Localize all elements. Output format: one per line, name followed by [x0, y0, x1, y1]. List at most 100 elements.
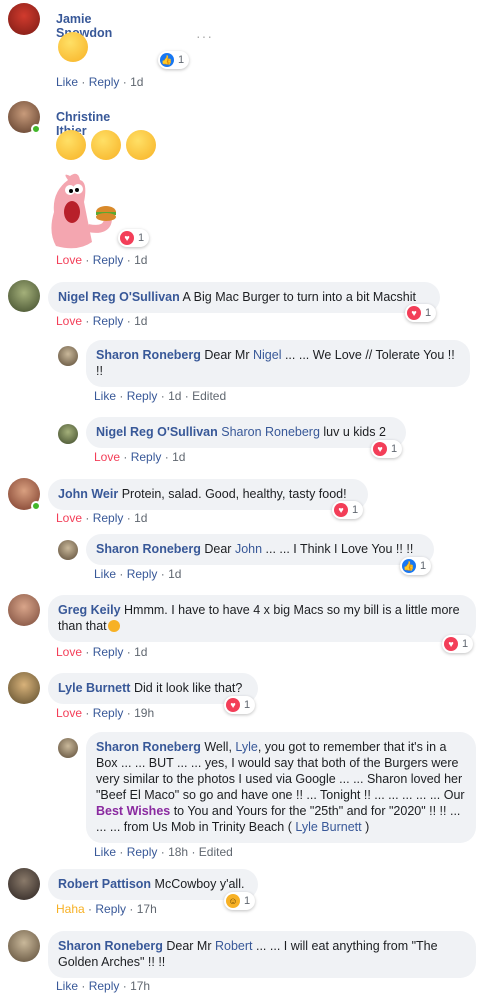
love-button[interactable]: Love: [56, 706, 82, 720]
love-button[interactable]: Love: [94, 450, 120, 464]
comment-author[interactable]: Sharon Roneberg: [96, 542, 201, 556]
mention-link[interactable]: Lyle Burnett: [295, 820, 361, 834]
love-icon: ♥: [120, 231, 134, 245]
love-icon: ♥: [226, 698, 240, 712]
avatar[interactable]: [8, 930, 40, 962]
mention-link[interactable]: Lyle: [235, 740, 257, 754]
best-wishes-link[interactable]: Best Wishes: [96, 804, 170, 818]
like-button[interactable]: Like: [94, 845, 116, 859]
reply-button[interactable]: Reply: [89, 979, 120, 993]
reaction-count[interactable]: 👍 1: [400, 557, 432, 575]
reply-button[interactable]: Reply: [131, 450, 162, 464]
savoring-food-emoji: [58, 32, 88, 62]
haha-button[interactable]: Haha: [56, 902, 85, 916]
reply-button[interactable]: Reply: [93, 706, 124, 720]
timestamp[interactable]: 1d: [134, 511, 147, 525]
love-icon: ♥: [407, 306, 421, 320]
comment-author[interactable]: Nigel Reg O'Sullivan: [96, 425, 218, 439]
reaction-count[interactable]: 👍 1: [158, 51, 190, 69]
comment-text: A Big Mac Burger to turn into a bit Macs…: [182, 290, 416, 304]
love-button[interactable]: Love: [56, 511, 82, 525]
avatar[interactable]: [58, 540, 78, 560]
comment-text: Did it look like that?: [133, 681, 243, 695]
avatar[interactable]: [58, 424, 78, 444]
comment-author[interactable]: John Weir: [58, 487, 118, 501]
timestamp[interactable]: 1d: [168, 567, 181, 581]
comment-actions: Like · Reply · 18h · Edited: [94, 845, 233, 859]
timestamp[interactable]: 17h: [137, 902, 157, 916]
mention-link[interactable]: Nigel: [253, 348, 282, 362]
reply-button[interactable]: Reply: [93, 645, 124, 659]
reply-button[interactable]: Reply: [93, 253, 124, 267]
love-button[interactable]: Love: [56, 253, 82, 267]
comment-actions: Like · Reply · 1d: [56, 75, 144, 89]
edited-label[interactable]: Edited: [192, 389, 226, 403]
comment-actions: Love · Reply · 1d: [56, 511, 148, 525]
reaction-count[interactable]: ♥ 1: [224, 696, 256, 714]
reply-button[interactable]: Reply: [127, 567, 158, 581]
like-button[interactable]: Like: [94, 389, 116, 403]
more-options-icon[interactable]: ···: [196, 28, 213, 44]
comment-author[interactable]: Nigel Reg O'Sullivan: [58, 290, 180, 304]
avatar[interactable]: [58, 346, 78, 366]
timestamp[interactable]: 1d: [130, 75, 143, 89]
love-icon: ♥: [444, 637, 458, 651]
love-icon: ♥: [334, 503, 348, 517]
edited-label[interactable]: Edited: [199, 845, 233, 859]
timestamp[interactable]: 17h: [130, 979, 150, 993]
avatar[interactable]: [8, 594, 40, 626]
mention-link[interactable]: Sharon Roneberg: [221, 425, 320, 439]
comment-author[interactable]: Greg Keily: [58, 603, 121, 617]
comment-author[interactable]: Lyle Burnett: [58, 681, 130, 695]
reply-button[interactable]: Reply: [95, 902, 126, 916]
avatar[interactable]: [8, 280, 40, 312]
reply-button[interactable]: Reply: [127, 845, 158, 859]
like-button[interactable]: Like: [56, 979, 78, 993]
timestamp[interactable]: 1d: [168, 389, 181, 403]
like-button[interactable]: Like: [94, 567, 116, 581]
comment-actions: Haha · Reply · 17h: [56, 902, 157, 916]
comment-bubble: Sharon Roneberg Dear Mr Robert ... ... I…: [48, 931, 476, 978]
comment-author[interactable]: Sharon Roneberg: [96, 740, 201, 754]
reply-button[interactable]: Reply: [89, 75, 120, 89]
comment-bubble: Sharon Roneberg Dear Mr Nigel ... ... We…: [86, 340, 470, 387]
comment-bubble: Greg Keily Hmmm. I have to have 4 x big …: [48, 595, 476, 642]
comment-actions: Love · Reply · 1d: [94, 450, 186, 464]
reaction-count[interactable]: ♥ 1: [371, 440, 403, 458]
comment-actions: Love · Reply · 1d: [56, 645, 148, 659]
avatar[interactable]: [58, 738, 78, 758]
timestamp[interactable]: 1d: [134, 253, 147, 267]
timestamp[interactable]: 19h: [134, 706, 154, 720]
avatar[interactable]: [8, 868, 40, 900]
reply-button[interactable]: Reply: [127, 389, 158, 403]
rolling-laughing-emoji: [56, 130, 86, 160]
timestamp[interactable]: 18h: [168, 845, 188, 859]
mention-link[interactable]: John: [235, 542, 262, 556]
love-button[interactable]: Love: [56, 645, 82, 659]
comment-bubble: Sharon Roneberg Well, Lyle, you got to r…: [86, 732, 476, 843]
like-icon: 👍: [402, 559, 416, 573]
reaction-count[interactable]: ☺ 1: [224, 892, 256, 910]
reply-button[interactable]: Reply: [93, 314, 124, 328]
comment-actions: Love · Reply · 1d: [56, 314, 148, 328]
reaction-count[interactable]: ♥ 1: [118, 229, 150, 247]
sticker-image[interactable]: [48, 172, 123, 252]
comment-author[interactable]: Sharon Roneberg: [96, 348, 201, 362]
reaction-count[interactable]: ♥ 1: [442, 635, 474, 653]
love-button[interactable]: Love: [56, 314, 82, 328]
timestamp[interactable]: 1d: [172, 450, 185, 464]
comment-author[interactable]: Sharon Roneberg: [58, 939, 163, 953]
reaction-count[interactable]: ♥ 1: [332, 501, 364, 519]
mention-link[interactable]: Robert: [215, 939, 253, 953]
avatar[interactable]: [8, 672, 40, 704]
like-button[interactable]: Like: [56, 75, 78, 89]
timestamp[interactable]: 1d: [134, 645, 147, 659]
comment-bubble: Nigel Reg O'Sullivan A Big Mac Burger to…: [48, 282, 440, 313]
reaction-count[interactable]: ♥ 1: [405, 304, 437, 322]
thinking-emoji: [107, 620, 120, 632]
comment-author[interactable]: Robert Pattison: [58, 877, 151, 891]
comment-actions: Like · Reply · 1d: [94, 567, 182, 581]
avatar[interactable]: [8, 3, 40, 35]
reply-button[interactable]: Reply: [93, 511, 124, 525]
timestamp[interactable]: 1d: [134, 314, 147, 328]
